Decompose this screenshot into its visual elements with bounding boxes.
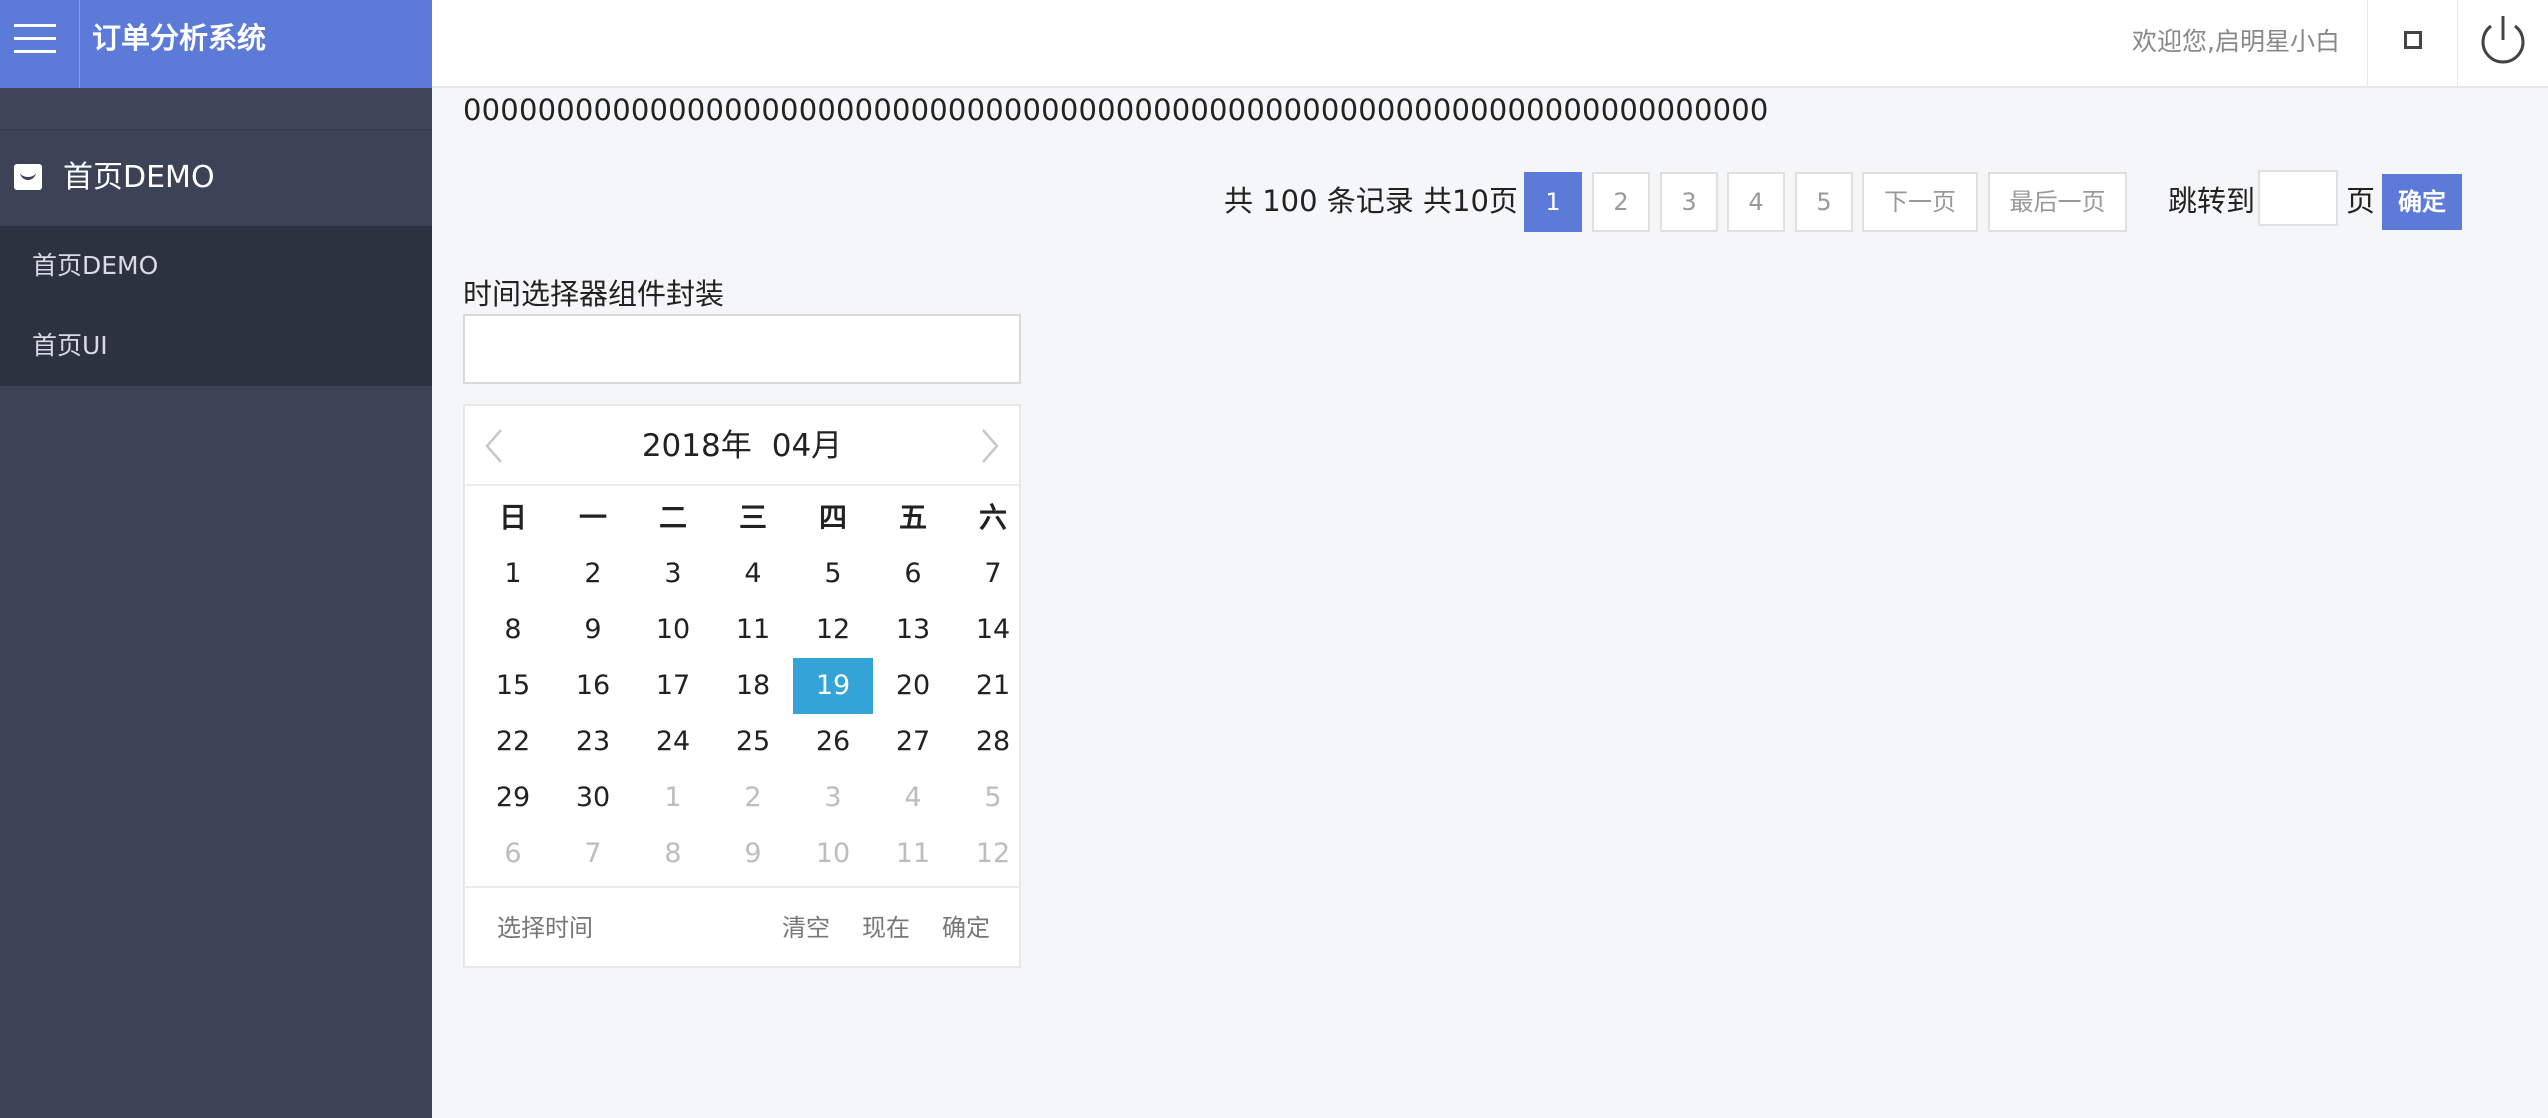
app-title: 订单分析系统 [92, 21, 267, 55]
clear-button[interactable]: 清空 [782, 908, 830, 948]
next-page-button[interactable]: 下一页 [1862, 172, 1978, 232]
calendar-day[interactable]: 6 [873, 546, 953, 602]
pager-summary: 共 100 条记录 共10页 [1224, 184, 1518, 218]
calendar-day[interactable]: 5 [793, 546, 873, 602]
welcome-text: 欢迎您,启明星小白 [2132, 27, 2340, 56]
weekday-header: 四 [818, 501, 847, 534]
power-icon [2481, 16, 2525, 64]
weekday-header: 三 [738, 501, 767, 534]
weekday-header: 日 [498, 501, 527, 534]
hamburger-icon-bar-3 [14, 50, 56, 53]
calendar-day[interactable]: 2 [553, 546, 633, 602]
sidebar-item-label: 首页UI [32, 331, 108, 360]
calendar-day[interactable]: 9 [553, 602, 633, 658]
calendar-day-other-month[interactable]: 7 [553, 826, 633, 882]
calendar-day-other-month[interactable]: 6 [473, 826, 553, 882]
hamburger-icon-bar-1 [14, 24, 56, 27]
calendar-day[interactable]: 10 [633, 602, 713, 658]
calendar-year[interactable]: 2018年 [642, 428, 752, 464]
sidebar-item-label: 首页DEMO [32, 251, 159, 280]
jump-to-label: 跳转到 [2168, 184, 2256, 218]
calendar-day[interactable]: 11 [713, 602, 793, 658]
calendar-day-other-month[interactable]: 8 [633, 826, 713, 882]
calendar-day-other-month[interactable]: 2 [713, 770, 793, 826]
calendar-day[interactable]: 13 [873, 602, 953, 658]
page-suffix-label: 页 [2346, 184, 2376, 218]
jump-confirm-button[interactable]: 确定 [2382, 174, 2462, 230]
calendar-day[interactable]: 8 [473, 602, 553, 658]
page-button-4[interactable]: 4 [1727, 172, 1785, 232]
calendar-day[interactable]: 7 [953, 546, 1033, 602]
calendar-footer: 选择时间 清空 现在 确定 [465, 886, 1019, 966]
page-button-1[interactable]: 1 [1524, 172, 1582, 232]
calendar-day[interactable]: 24 [633, 714, 713, 770]
chevron-right-icon [982, 429, 999, 463]
calendar-title: 2018年 04月 [465, 424, 1019, 468]
date-input[interactable] [463, 314, 1021, 384]
calendar-day[interactable]: 16 [553, 658, 633, 714]
calendar-day[interactable]: 30 [553, 770, 633, 826]
calendar-day[interactable]: 27 [873, 714, 953, 770]
logout-button[interactable] [2458, 0, 2548, 86]
weekday-header: 一 [578, 501, 607, 534]
calendar-day-other-month[interactable]: 4 [873, 770, 953, 826]
sidebar: 订单分析系统 首页DEMO 首页DEMO 首页UI [0, 0, 432, 1118]
page-button-5[interactable]: 5 [1795, 172, 1853, 232]
calendar-day[interactable]: 28 [953, 714, 1033, 770]
calendar-day[interactable]: 4 [713, 546, 793, 602]
calendar-day-selected[interactable]: 19 [793, 658, 873, 714]
brand-bar: 订单分析系统 [0, 0, 432, 88]
weekday-header: 五 [898, 501, 927, 534]
calendar-day-other-month[interactable]: 12 [953, 826, 1033, 882]
calendar-day[interactable]: 15 [473, 658, 553, 714]
calendar-panel: 2018年 04月 日一二三四五六 1 2 3 4 5 6 7 8 9 10 11 12 13 14 15 16 1… [463, 404, 1021, 968]
sidebar-divider [0, 88, 432, 130]
sidebar-item-home-demo[interactable]: 首页DEMO [0, 226, 432, 306]
calendar-day-other-month[interactable]: 5 [953, 770, 1033, 826]
calendar-day-other-month[interactable]: 3 [793, 770, 873, 826]
calendar-day[interactable]: 21 [953, 658, 1033, 714]
calendar-day[interactable]: 3 [633, 546, 713, 602]
now-button[interactable]: 现在 [862, 908, 910, 948]
calendar-header: 2018年 04月 [465, 406, 1019, 486]
calendar-month[interactable]: 04月 [772, 428, 842, 464]
sidebar-group-label: 首页DEMO [63, 160, 215, 195]
calendar-day[interactable]: 26 [793, 714, 873, 770]
calendar-day[interactable]: 1 [473, 546, 553, 602]
calendar-confirm-button[interactable]: 确定 [942, 908, 990, 948]
calendar-day-other-month[interactable]: 10 [793, 826, 873, 882]
square-icon [2404, 31, 2422, 49]
calendar-day[interactable]: 14 [953, 602, 1033, 658]
calendar-day-other-month[interactable]: 11 [873, 826, 953, 882]
placeholder-text: 0000000000000000000000000000000000000000… [463, 93, 1769, 127]
calendar-day[interactable]: 25 [713, 714, 793, 770]
sidebar-item-home-ui[interactable]: 首页UI [0, 306, 432, 386]
sidebar-group-home-demo[interactable]: 首页DEMO [0, 130, 432, 226]
hamburger-icon-bar-2 [14, 37, 56, 40]
top-header: 欢迎您,启明星小白 [432, 0, 2548, 88]
calendar-day[interactable]: 23 [553, 714, 633, 770]
next-month-button[interactable] [969, 422, 1009, 470]
page-button-3[interactable]: 3 [1660, 172, 1718, 232]
page-button-2[interactable]: 2 [1592, 172, 1650, 232]
calendar-day[interactable]: 12 [793, 602, 873, 658]
calendar-day[interactable]: 29 [473, 770, 553, 826]
select-time-button[interactable]: 选择时间 [497, 908, 593, 948]
jump-page-input[interactable] [2258, 170, 2338, 226]
calendar-day[interactable]: 18 [713, 658, 793, 714]
weekday-header: 六 [978, 501, 1007, 534]
menu-toggle-button[interactable] [0, 0, 80, 88]
calendar-day[interactable]: 17 [633, 658, 713, 714]
weekday-header: 二 [658, 501, 687, 534]
calendar-day[interactable]: 22 [473, 714, 553, 770]
shopping-bag-icon [14, 164, 42, 190]
fullscreen-button[interactable] [2368, 0, 2458, 86]
calendar-day[interactable]: 20 [873, 658, 953, 714]
datepicker-section-title: 时间选择器组件封装 [463, 277, 725, 311]
calendar-day-other-month[interactable]: 9 [713, 826, 793, 882]
last-page-button[interactable]: 最后一页 [1988, 172, 2127, 232]
calendar-day-other-month[interactable]: 1 [633, 770, 713, 826]
